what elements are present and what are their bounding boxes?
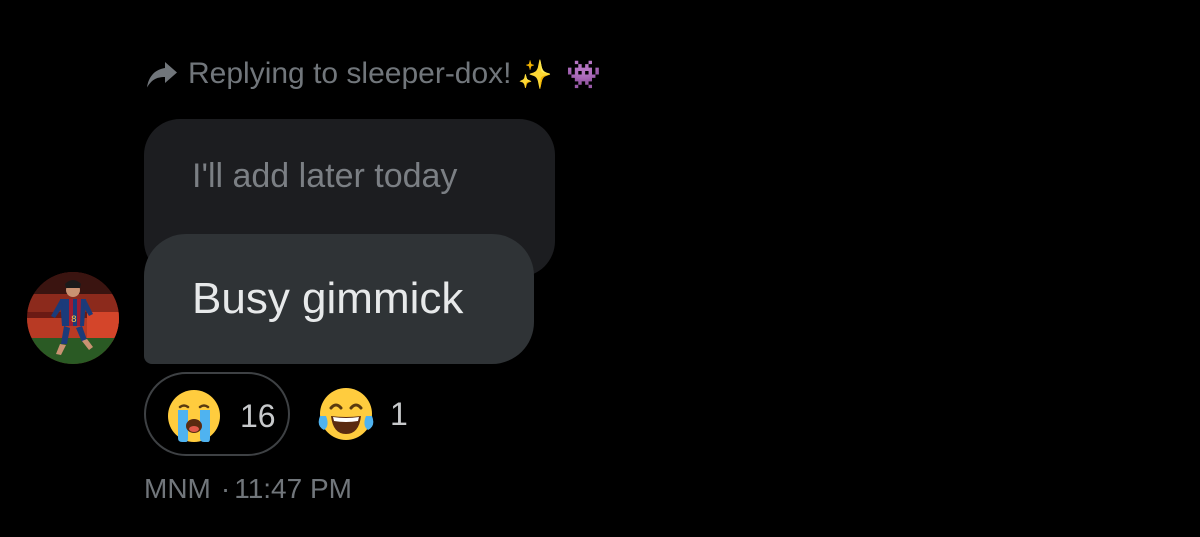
avatar-image: 8: [27, 272, 119, 364]
alien-monster-emoji-icon: 👾: [566, 57, 602, 91]
dm-conversation-view: Replying to sleeper-dox! ✨ 👾 I'll add la…: [0, 0, 1200, 537]
sparkles-emoji-icon: ✨: [517, 57, 553, 91]
sender-name: MNM: [144, 473, 211, 504]
quoted-message-text: I'll add later today: [192, 157, 458, 195]
meta-separator: ·: [220, 473, 231, 504]
message-meta: MNM · 11:47 PM: [144, 473, 352, 505]
message-bubble[interactable]: Busy gimmick: [144, 234, 534, 364]
reaction-count: 1: [390, 396, 408, 432]
svg-text:8: 8: [71, 315, 77, 325]
reply-context-label: Replying to sleeper-dox!: [188, 57, 512, 90]
timestamp: 11:47 PM: [234, 473, 352, 504]
loudly-crying-face-icon: [168, 390, 220, 442]
reaction-count: 16: [240, 398, 276, 434]
reply-arrow-icon: [147, 62, 177, 88]
reply-context: Replying to sleeper-dox! ✨ 👾: [144, 52, 601, 96]
reaction-loudly-crying[interactable]: 16: [144, 372, 290, 456]
message-text: Busy gimmick: [192, 274, 464, 323]
face-with-tears-of-joy-icon[interactable]: [318, 386, 374, 442]
avatar[interactable]: 8: [27, 272, 119, 364]
